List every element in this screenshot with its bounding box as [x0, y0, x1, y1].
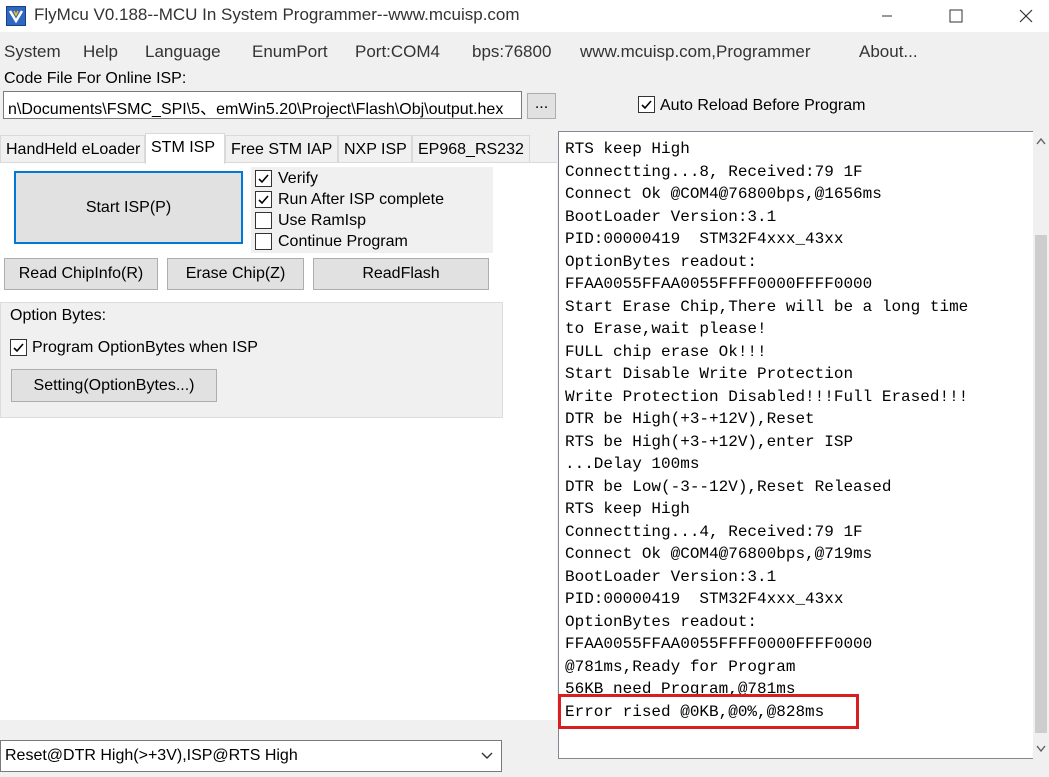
log-horizontal-scrollbar[interactable] — [558, 759, 1049, 777]
log-line: DTR be High(+3-+12V),Reset — [565, 410, 815, 428]
log-line: @781ms,Ready for Program — [565, 657, 796, 676]
close-icon — [1019, 9, 1033, 23]
title-bar: FlyMcu V0.188--MCU In System Programmer-… — [0, 0, 1049, 32]
checkmark-icon — [13, 343, 24, 353]
code-file-label: Code File For Online ISP: — [4, 70, 187, 87]
log-line: Write Protection Disabled!!!Full Erased!… — [565, 387, 969, 406]
tab-handheld-eloader[interactable]: HandHeld eLoader — [0, 135, 145, 163]
menu-bps[interactable]: bps:76800 — [472, 42, 551, 62]
window-title: FlyMcu V0.188--MCU In System Programmer-… — [34, 5, 520, 24]
browse-button[interactable]: ... — [527, 93, 556, 119]
log-line: OptionBytes readout: — [565, 252, 758, 271]
run-after-isp-checkbox[interactable] — [255, 191, 272, 208]
log-line: ...Delay 100ms — [565, 455, 700, 473]
code-file-path-input[interactable]: n\Documents\FSMC_SPI\5、emWin5.20\Project… — [3, 91, 522, 119]
scroll-up-icon[interactable] — [1033, 133, 1049, 150]
use-ramisp-label: Use RamIsp — [278, 212, 367, 229]
erase-chip-button[interactable]: Erase Chip(Z) — [167, 258, 304, 290]
close-button[interactable] — [1003, 0, 1049, 32]
checkmark-icon — [641, 100, 652, 110]
tab-free-stm-iap[interactable]: Free STM IAP — [225, 135, 338, 163]
scroll-down-icon[interactable] — [1033, 740, 1049, 757]
program-optionbytes-checkbox[interactable] — [10, 339, 27, 356]
log-line: 56KB need Program,@781ms — [565, 680, 796, 698]
run-after-isp-label: Run After ISP complete — [278, 191, 445, 208]
log-line: PID:00000419 STM32F4xxx_43xx — [565, 230, 844, 248]
menu-language[interactable]: Language — [145, 42, 221, 62]
continue-program-label: Continue Program — [278, 233, 408, 250]
log-line: RTS keep High — [565, 140, 690, 158]
log-line: to Erase,wait please! — [565, 320, 767, 338]
maximize-icon — [949, 9, 963, 23]
auto-reload-checkbox[interactable] — [638, 96, 655, 113]
log-line: Connectting...8, Received:79 1F — [565, 162, 863, 181]
checkmark-icon — [258, 195, 269, 205]
menu-system[interactable]: System — [4, 42, 61, 62]
log-line: PID:00000419 STM32F4xxx_43xx — [565, 590, 844, 608]
log-line: Error rised @0KB,@0%,@828ms — [565, 702, 825, 721]
reset-mode-value: Reset@DTR High(>+3V),ISP@RTS High — [5, 747, 298, 764]
chevron-down-icon[interactable] — [473, 741, 501, 771]
program-optionbytes-label: Program OptionBytes when ISP — [32, 339, 258, 356]
use-ramisp-checkbox[interactable] — [255, 212, 272, 229]
option-bytes-label: Option Bytes: — [10, 307, 107, 324]
log-line: BootLoader Version:3.1 — [565, 567, 777, 586]
log-line: DTR be Low(-3--12V),Reset Released — [565, 477, 892, 496]
log-line: Connectting...4, Received:79 1F — [565, 522, 863, 541]
menu-help[interactable]: Help — [83, 42, 118, 62]
log-lines: RTS keep High Connectting...8, Received:7… — [565, 138, 968, 723]
flymcu-app-icon — [6, 6, 26, 26]
continue-program-checkbox[interactable] — [255, 233, 272, 250]
verify-checkbox[interactable] — [255, 170, 272, 187]
log-line: RTS keep High — [565, 500, 690, 518]
log-line: OptionBytes readout: — [565, 612, 758, 631]
log-line: FFAA0055FFAA0055FFFF0000FFFF0000 — [565, 275, 873, 293]
minimize-button[interactable] — [864, 0, 910, 32]
maximize-button[interactable] — [933, 0, 979, 32]
tab-strip: HandHeld eLoader STM ISP Free STM IAP NX… — [0, 133, 557, 164]
log-line: BootLoader Version:3.1 — [565, 207, 777, 226]
tab-ep968-rs232[interactable]: EP968_RS232 — [412, 135, 530, 163]
log-line: RTS be High(+3-+12V),enter ISP — [565, 432, 854, 451]
setting-optionbytes-button[interactable]: Setting(OptionBytes...) — [11, 369, 217, 402]
menu-enumport[interactable]: EnumPort — [252, 42, 328, 62]
menu-programmer[interactable]: www.mcuisp.com,Programmer — [580, 42, 811, 62]
reset-mode-select[interactable]: Reset@DTR High(>+3V),ISP@RTS High — [0, 740, 502, 772]
checkmark-icon — [258, 174, 269, 184]
readflash-button[interactable]: ReadFlash — [313, 258, 489, 290]
log-line: FULL chip erase Ok!!! — [565, 342, 767, 361]
log-line: Connect Ok @COM4@76800bps,@719ms — [565, 545, 873, 563]
log-vertical-scrollbar[interactable] — [1033, 131, 1049, 759]
log-line: Start Disable Write Protection — [565, 365, 854, 383]
start-isp-button[interactable]: Start ISP(P) — [14, 171, 243, 244]
menu-bar: System Help Language EnumPort Port:COM4 … — [0, 38, 1049, 66]
menu-about[interactable]: About... — [859, 42, 918, 62]
menu-port[interactable]: Port:COM4 — [355, 42, 440, 62]
log-line: Connect Ok @COM4@76800bps,@1656ms — [565, 185, 882, 203]
read-chipinfo-button[interactable]: Read ChipInfo(R) — [4, 258, 158, 290]
auto-reload-label: Auto Reload Before Program — [660, 97, 866, 114]
verify-label: Verify — [278, 170, 319, 187]
tab-stm-isp[interactable]: STM ISP — [145, 133, 225, 164]
log-line: Start Erase Chip,There will be a long ti… — [565, 297, 969, 316]
scroll-thumb[interactable] — [1035, 235, 1047, 733]
log-line: FFAA0055FFAA0055FFFF0000FFFF0000 — [565, 635, 873, 653]
minimize-icon — [882, 15, 892, 17]
tab-nxp-isp[interactable]: NXP ISP — [338, 135, 412, 163]
log-output[interactable]: RTS keep High Connectting...8, Received:7… — [558, 131, 1036, 759]
